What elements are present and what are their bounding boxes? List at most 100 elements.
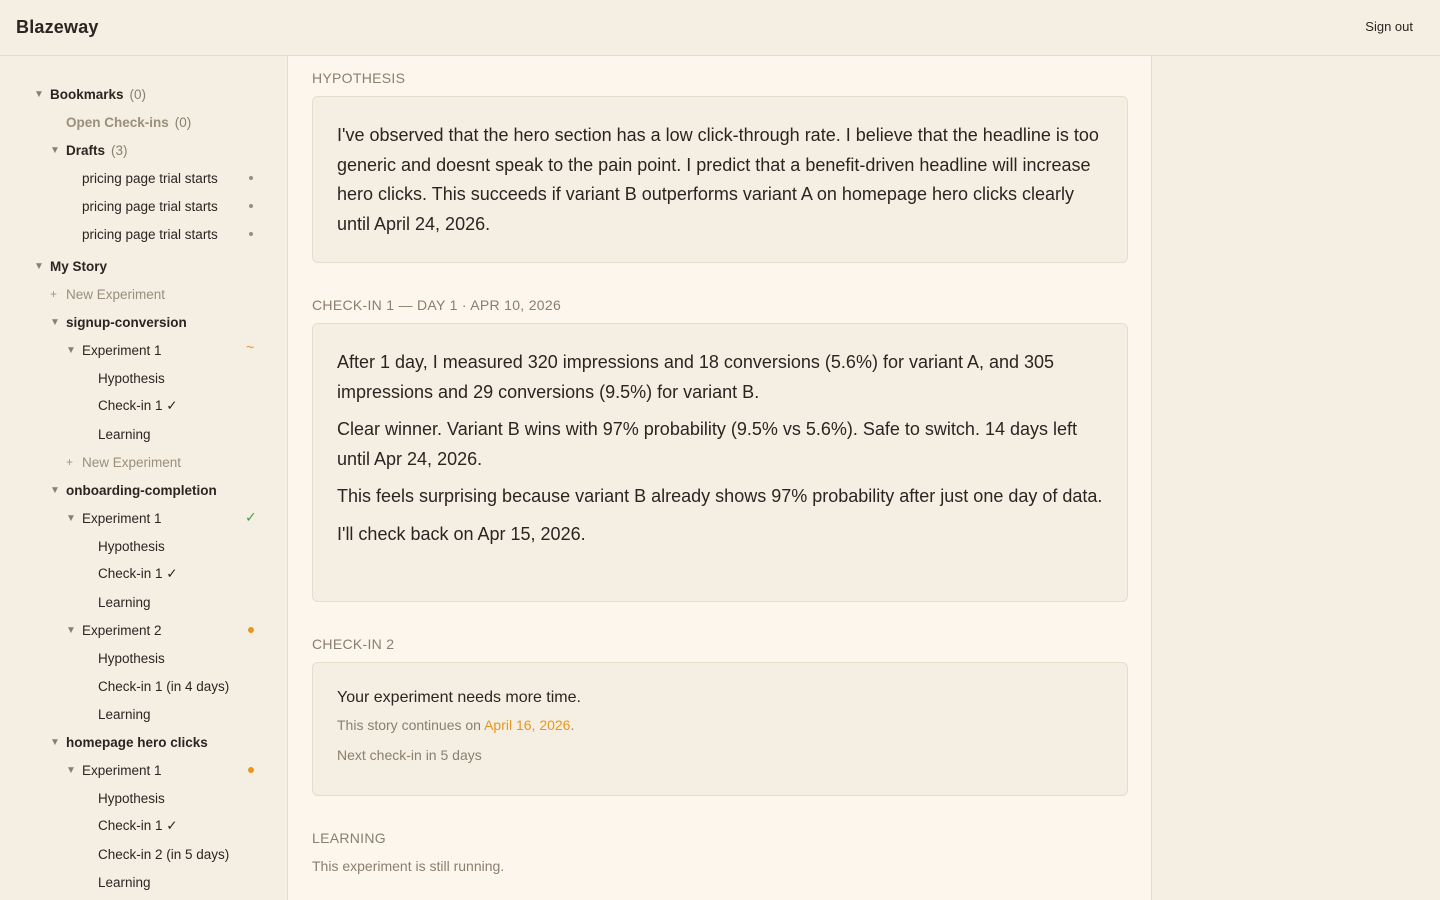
new-experiment-label: New Experiment	[82, 454, 182, 470]
bookmarks-label: Bookmarks	[50, 86, 124, 102]
story-group-onboarding-completion[interactable]: ▼ onboarding-completion	[50, 476, 217, 504]
story-continues-date[interactable]: April 16, 2026	[484, 717, 570, 733]
step-label: Check-in 2 (in 5 days)	[98, 846, 230, 862]
step-checkin[interactable]: Check-in 1 ✓	[98, 392, 178, 420]
story-continues-prefix: This story continues on	[337, 717, 485, 733]
checkin-2-title: Your experiment needs more time.	[337, 689, 581, 706]
caret-down-icon[interactable]: ▼	[66, 513, 82, 524]
story-group-signup-conversion[interactable]: ▼ signup-conversion	[50, 308, 187, 336]
draft-item[interactable]: pricing page trial starts	[82, 220, 282, 248]
experiment-label: Experiment 1	[82, 762, 162, 778]
step-label: Check-in 1 ✓	[98, 818, 178, 833]
learning-text: This experiment is still running.	[312, 858, 505, 874]
step-label: Check-in 1 ✓	[98, 398, 178, 413]
story-content: HYPOTHESIS I've observed that the hero s…	[288, 56, 1152, 900]
new-experiment-link[interactable]: + New Experiment	[66, 448, 181, 476]
story-group-label: homepage hero clicks	[66, 734, 208, 750]
next-checkin-text: Next check-in in 5 days	[337, 747, 482, 763]
checkin-1-reflection: This feels surprising because variant B …	[337, 486, 1103, 506]
draft-item-label: pricing page trial starts	[82, 226, 218, 242]
active-dot-icon	[248, 767, 254, 773]
step-learning[interactable]: Learning	[98, 700, 151, 728]
new-experiment-link[interactable]: + New Experiment	[50, 280, 165, 308]
sidebar: ▼ Bookmarks (0) Open Check-ins (0) ▼ Dra…	[0, 56, 288, 900]
draft-item-label: pricing page trial starts	[82, 170, 218, 186]
sidebar-drafts[interactable]: ▼ Drafts (3)	[50, 136, 128, 164]
checkin-1-heading: CHECK-IN 1 — DAY 1 · APR 10, 2026	[312, 297, 562, 313]
step-label: Learning	[98, 426, 151, 442]
step-hypothesis[interactable]: Hypothesis	[98, 364, 165, 392]
caret-down-icon[interactable]: ▼	[50, 485, 66, 496]
caret-down-icon[interactable]: ▼	[66, 625, 82, 636]
experiment-item[interactable]: ▼ Experiment 1 ✓	[66, 504, 286, 532]
active-dot-icon	[248, 627, 254, 633]
step-label: Learning	[98, 874, 151, 890]
checkin-1-measurement: After 1 day, I measured 320 impressions …	[337, 352, 1055, 402]
running-icon: ~	[246, 339, 255, 355]
caret-down-icon[interactable]: ▼	[66, 765, 82, 776]
hypothesis-text: I've observed that the hero section has …	[337, 125, 1099, 234]
top-bar: Blazeway Sign out	[0, 0, 1440, 56]
experiment-item[interactable]: ▼ Experiment 1	[66, 756, 286, 784]
drafts-count: (3)	[111, 142, 128, 158]
plus-icon: +	[50, 287, 58, 301]
learning-heading: LEARNING	[312, 830, 386, 846]
caret-down-icon[interactable]: ▼	[50, 317, 66, 328]
step-hypothesis[interactable]: Hypothesis	[98, 644, 165, 672]
experiment-item[interactable]: ▼ Experiment 1 ~	[66, 336, 286, 364]
story-group-homepage-hero-clicks[interactable]: ▼ homepage hero clicks	[50, 728, 208, 756]
draft-item[interactable]: pricing page trial starts	[82, 192, 282, 220]
experiment-label: Experiment 2	[82, 622, 162, 638]
experiment-label: Experiment 1	[82, 342, 162, 358]
step-label: Hypothesis	[98, 650, 165, 666]
story-continues-text: This story continues on April 16, 2026.	[337, 717, 1103, 733]
experiment-item[interactable]: ▼ Experiment 2	[66, 616, 286, 644]
step-label: Hypothesis	[98, 538, 165, 554]
draft-item[interactable]: pricing page trial starts	[82, 164, 282, 192]
story-group-label: onboarding-completion	[66, 482, 217, 498]
step-checkin[interactable]: Check-in 1 (in 4 days)	[98, 672, 229, 700]
check-icon: ✓	[245, 509, 257, 525]
checkin-2-card: Your experiment needs more time. This st…	[312, 662, 1128, 796]
step-checkin[interactable]: Check-in 1 ✓	[98, 812, 178, 840]
step-hypothesis[interactable]: Hypothesis	[98, 532, 165, 560]
plus-icon: +	[66, 455, 74, 469]
step-learning[interactable]: Learning	[98, 588, 151, 616]
caret-down-icon[interactable]: ▼	[34, 89, 50, 100]
draft-dot-icon	[249, 232, 253, 236]
bookmarks-count: (0)	[129, 86, 147, 102]
open-checkins-count: (0)	[174, 114, 192, 130]
hypothesis-heading: HYPOTHESIS	[312, 70, 406, 86]
draft-item-label: pricing page trial starts	[82, 198, 218, 214]
step-learning[interactable]: Learning	[98, 420, 151, 448]
step-label: Learning	[98, 706, 151, 722]
sign-out-link[interactable]: Sign out	[1365, 19, 1413, 34]
caret-down-icon[interactable]: ▼	[50, 737, 66, 748]
story-group-label: signup-conversion	[66, 314, 187, 330]
sidebar-open-checkins[interactable]: Open Check-ins (0)	[66, 108, 191, 136]
caret-down-icon[interactable]: ▼	[34, 261, 50, 272]
step-checkin[interactable]: Check-in 2 (in 5 days)	[98, 840, 229, 868]
step-label: Check-in 1 ✓	[98, 566, 178, 581]
step-hypothesis[interactable]: Hypothesis	[98, 784, 165, 812]
checkin-1-next: I'll check back on Apr 15, 2026.	[337, 523, 586, 544]
step-label: Learning	[98, 594, 151, 610]
step-label: Hypothesis	[98, 370, 165, 386]
brand-logo[interactable]: Blazeway	[16, 17, 99, 38]
step-learning[interactable]: Learning	[98, 868, 151, 896]
caret-down-icon[interactable]: ▼	[66, 345, 82, 356]
hypothesis-card: I've observed that the hero section has …	[312, 96, 1128, 263]
drafts-label: Drafts	[66, 142, 106, 158]
checkin-1-card: After 1 day, I measured 320 impressions …	[312, 323, 1128, 602]
story-continues-suffix: .	[570, 717, 575, 733]
checkin-1-verdict: Clear winner. Variant B wins with 97% pr…	[337, 419, 1078, 469]
sidebar-bookmarks[interactable]: ▼ Bookmarks (0)	[34, 80, 146, 108]
open-checkins-label: Open Check-ins	[66, 114, 169, 130]
caret-down-icon[interactable]: ▼	[50, 145, 66, 156]
draft-dot-icon	[249, 204, 253, 208]
checkin-2-heading: CHECK-IN 2	[312, 636, 395, 652]
experiment-label: Experiment 1	[82, 510, 162, 526]
sidebar-my-story[interactable]: ▼ My Story	[34, 252, 107, 280]
step-checkin[interactable]: Check-in 1 ✓	[98, 560, 178, 588]
step-label: Hypothesis	[98, 790, 165, 806]
